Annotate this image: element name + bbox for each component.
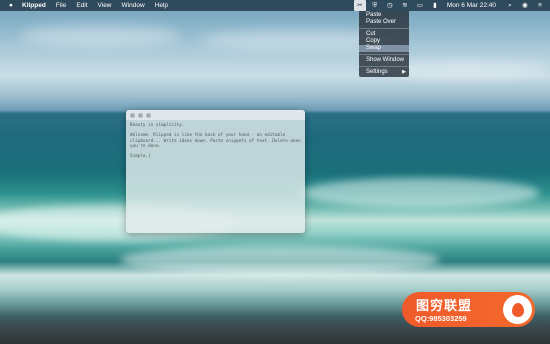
- search-icon[interactable]: ⌕: [504, 0, 516, 11]
- menu-item-settings[interactable]: Settings ▶: [359, 69, 409, 76]
- klipped-window: Beauty in simplicity. Welcome. Klipped i…: [126, 110, 305, 233]
- menu-item-cut[interactable]: Cut: [359, 31, 409, 38]
- shield-icon[interactable]: ⛨: [369, 0, 381, 11]
- menu-help[interactable]: Help: [150, 0, 173, 11]
- menu-bar: ● Klipped File Edit View Window Help ✂ ⛨…: [0, 0, 550, 11]
- menubar-clock[interactable]: Mon 6 Mar 22:40: [447, 0, 496, 11]
- menu-file[interactable]: File: [51, 0, 71, 11]
- menu-separator: [359, 28, 409, 29]
- klipped-menu: Paste Paste Over Cut Copy Swap Show Wind…: [359, 11, 409, 77]
- zoom-button[interactable]: [146, 112, 151, 118]
- flame-logo-icon: [503, 295, 532, 324]
- menu-item-swap[interactable]: Swap: [359, 45, 409, 52]
- wave-foam: [300, 178, 540, 208]
- window-titlebar[interactable]: [126, 110, 305, 120]
- wifi-icon[interactable]: ≋: [399, 0, 411, 11]
- watermark-title: 图穷联盟: [416, 298, 473, 313]
- menu-item-paste[interactable]: Paste: [359, 12, 409, 19]
- watermark-badge: 图穷联盟 QQ:985303259: [402, 292, 535, 327]
- menu-app-name[interactable]: Klipped: [17, 0, 51, 11]
- menu-window[interactable]: Window: [117, 0, 150, 11]
- airplay-icon[interactable]: ▭: [414, 0, 426, 11]
- editor-heading: Beauty in simplicity.: [130, 123, 185, 128]
- chevron-right-icon: ▶: [402, 69, 406, 75]
- user-icon[interactable]: ◉: [519, 0, 531, 11]
- watermark-qq: QQ:985303259: [415, 314, 467, 323]
- menu-edit[interactable]: Edit: [71, 0, 92, 11]
- editor-signoff: Simple.|: [130, 154, 151, 160]
- cloud: [20, 25, 180, 47]
- menu-item-settings-label: Settings: [366, 69, 388, 75]
- clock-icon[interactable]: ◷: [384, 0, 396, 11]
- menu-view[interactable]: View: [93, 0, 117, 11]
- editor-body: Welcome. Klipped is like the back of you…: [130, 133, 304, 149]
- menu-separator: [359, 54, 409, 55]
- menu-item-copy[interactable]: Copy: [359, 38, 409, 45]
- klipped-icon[interactable]: ✂: [353, 0, 366, 11]
- menu-item-show-window[interactable]: Show Window: [359, 57, 409, 64]
- battery-icon[interactable]: ▮: [429, 0, 441, 11]
- list-icon[interactable]: ≡: [534, 0, 546, 11]
- minimize-button[interactable]: [138, 112, 143, 118]
- wave-foam: [120, 245, 440, 275]
- text-editor[interactable]: Beauty in simplicity. Welcome. Klipped i…: [126, 120, 305, 167]
- menu-item-paste-over[interactable]: Paste Over: [359, 19, 409, 26]
- apple-icon[interactable]: ●: [5, 0, 17, 11]
- menu-separator: [359, 66, 409, 67]
- close-button[interactable]: [130, 112, 135, 118]
